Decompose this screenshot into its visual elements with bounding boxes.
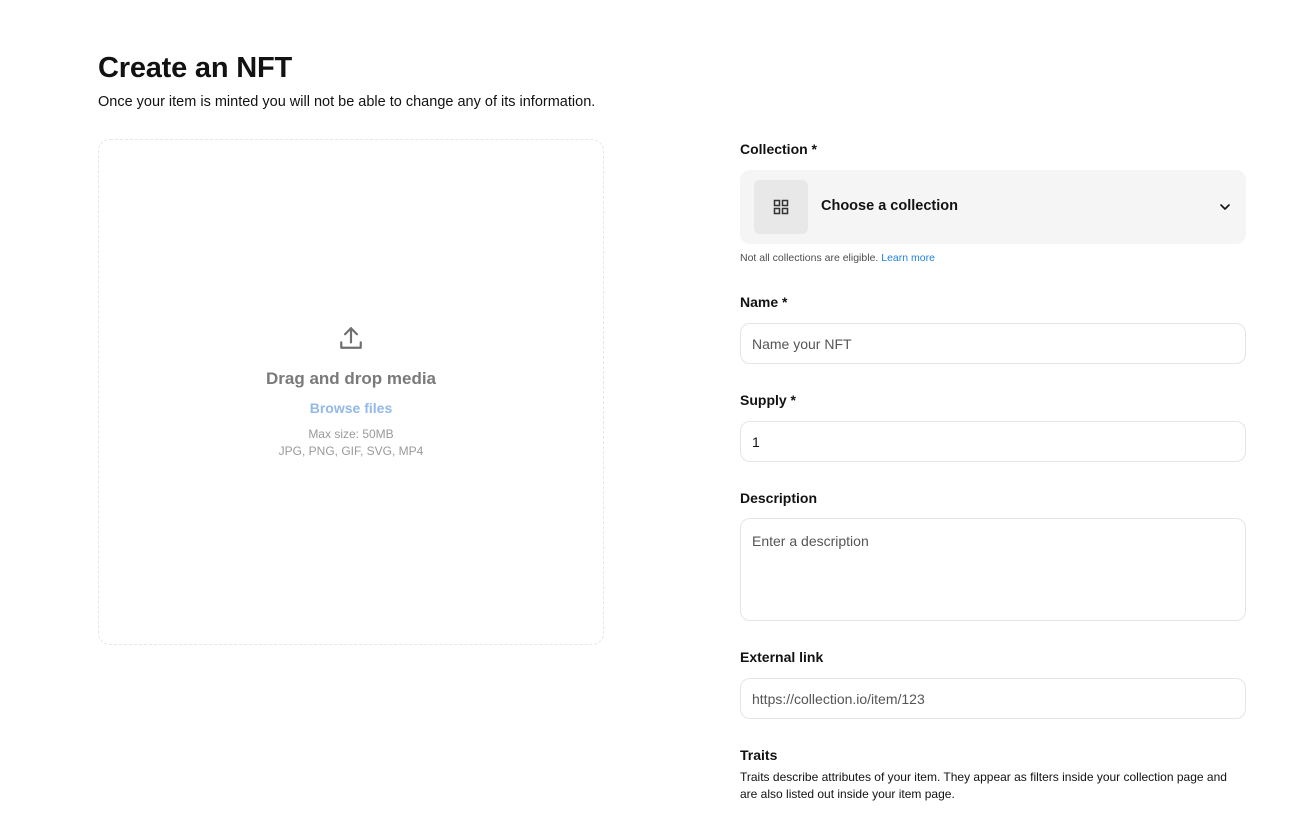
external-link-label: External link bbox=[740, 649, 824, 665]
collection-thumbnail bbox=[754, 180, 808, 234]
browse-files-button[interactable]: Browse files bbox=[310, 400, 392, 416]
upload-icon bbox=[340, 326, 362, 349]
name-input[interactable] bbox=[740, 323, 1246, 364]
traits-description: Traits describe attributes of your item.… bbox=[740, 770, 1227, 801]
name-label: Name * bbox=[740, 294, 788, 310]
dropzone-max-size: Max size: 50MB bbox=[308, 426, 394, 441]
collection-label: Collection * bbox=[740, 141, 818, 157]
dropzone-title: Drag and drop media bbox=[265, 368, 437, 388]
collection-helper-text: Not all collections are eligible. bbox=[740, 252, 879, 264]
create-nft-page: Create an NFT Once your item is minted y… bbox=[0, 0, 1304, 816]
traits-label: Traits bbox=[740, 747, 778, 763]
collection-select[interactable]: Choose a collection bbox=[740, 170, 1246, 244]
media-dropzone[interactable]: Drag and drop media Browse files Max siz… bbox=[98, 139, 604, 645]
collection-helper: Not all collections are eligible. Learn … bbox=[740, 252, 935, 264]
learn-more-link[interactable]: Learn more bbox=[881, 252, 935, 264]
grid-icon bbox=[773, 199, 789, 215]
page-subtitle: Once your item is minted you will not be… bbox=[98, 94, 596, 110]
description-label: Description bbox=[740, 490, 818, 506]
collection-select-label: Choose a collection bbox=[821, 198, 958, 214]
supply-input[interactable] bbox=[740, 421, 1246, 462]
external-link-input[interactable] bbox=[740, 678, 1246, 719]
page-title: Create an NFT bbox=[98, 52, 292, 84]
dropzone-formats: JPG, PNG, GIF, SVG, MP4 bbox=[278, 443, 424, 458]
description-textarea[interactable] bbox=[740, 518, 1246, 621]
chevron-down-icon bbox=[1220, 204, 1230, 210]
supply-label: Supply * bbox=[740, 392, 797, 408]
